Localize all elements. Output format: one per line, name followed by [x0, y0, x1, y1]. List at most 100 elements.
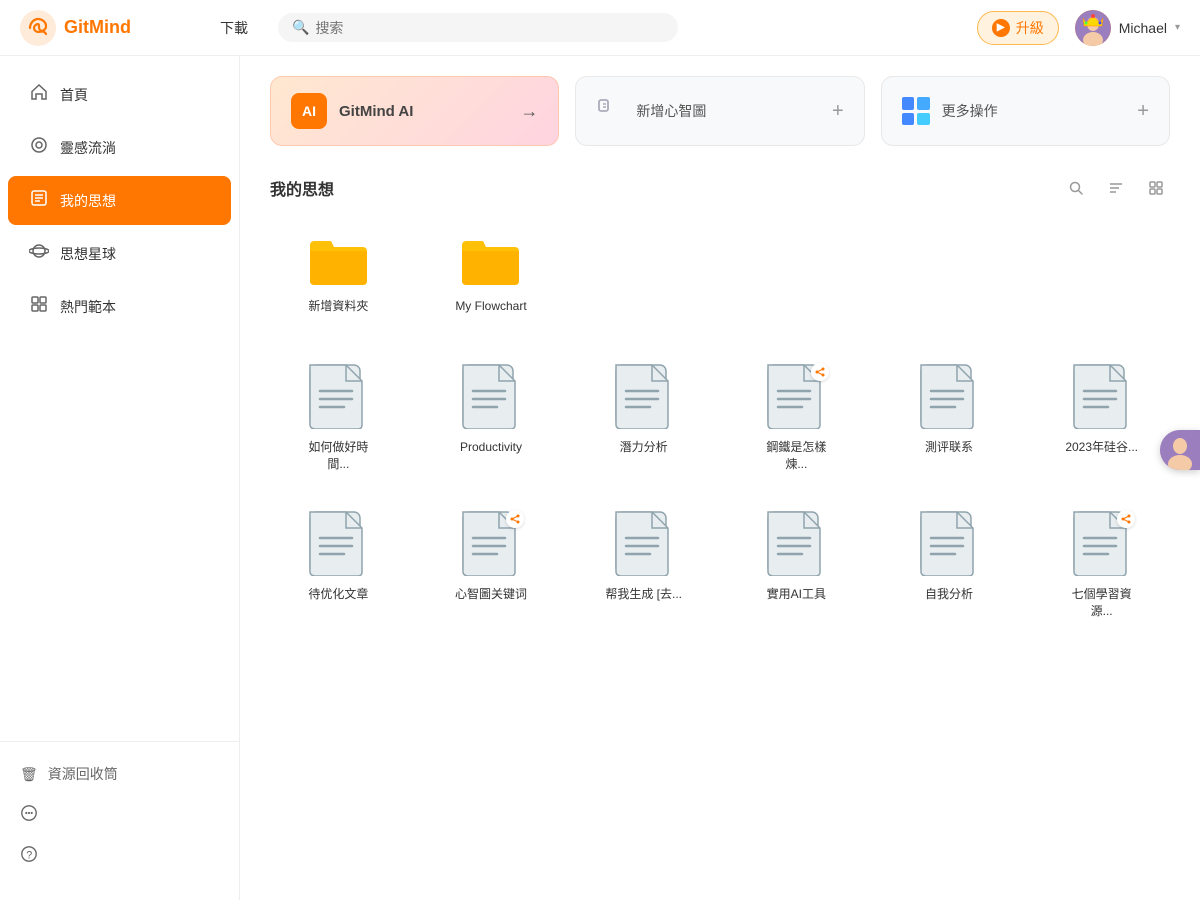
file-item[interactable]: Productivity	[423, 353, 560, 481]
doc-icon	[1067, 508, 1137, 578]
folder-flowchart[interactable]: My Flowchart	[423, 222, 560, 323]
chevron-down-icon: ▾	[1175, 22, 1180, 33]
section-header: 我的思想	[270, 174, 1170, 202]
sidebar-footer-chat[interactable]	[0, 794, 239, 835]
upgrade-button[interactable]: ▶ 升級	[977, 11, 1059, 45]
upgrade-label: 升級	[1016, 18, 1044, 38]
file-name: 潛力分析	[620, 439, 668, 456]
folder-flowchart-icon	[456, 230, 526, 290]
content-area: AI GitMind AI → 新增心智圖 +	[240, 56, 1200, 900]
row-spacer-1	[575, 222, 712, 323]
new-mindmap-plus: +	[832, 100, 844, 123]
sidebar-footer-help[interactable]: ?	[0, 835, 239, 876]
view-toggle-button[interactable]	[1142, 174, 1170, 202]
file-item[interactable]: 待优化文章	[270, 500, 407, 628]
templates-icon	[28, 294, 50, 319]
section-title: 我的思想	[270, 176, 334, 200]
floating-avatar[interactable]	[1160, 430, 1200, 470]
sort-button[interactable]	[1102, 174, 1130, 202]
row-spacer-3	[881, 222, 1018, 323]
sidebar-item-templates[interactable]: 熱門範本	[8, 282, 231, 331]
user-area[interactable]: Michael ▾	[1075, 10, 1180, 46]
file-name: 帮我生成 [去...	[605, 586, 682, 603]
sidebar: 首頁 靈感流淌 我的思想 思想星球 熱門範本	[0, 56, 240, 900]
row-spacer-4	[1033, 222, 1170, 323]
sidebar-item-planet-label: 思想星球	[60, 244, 116, 264]
file-name: 如何做好時間...	[298, 439, 378, 473]
file-item[interactable]: 2023年硅谷...	[1033, 353, 1170, 481]
doc-icon	[456, 508, 526, 578]
file-item[interactable]: 自我分析	[881, 500, 1018, 628]
new-mindmap-label: 新增心智圖	[636, 101, 706, 121]
doc-icon	[609, 361, 679, 431]
file-item[interactable]: 潛力分析	[575, 353, 712, 481]
file-name: Productivity	[460, 439, 522, 456]
file-item[interactable]: 帮我生成 [去...	[575, 500, 712, 628]
file-item[interactable]: 實用AI工具	[728, 500, 865, 628]
quick-actions: AI GitMind AI → 新增心智圖 +	[270, 76, 1170, 146]
ai-icon-text: AI	[302, 103, 316, 119]
file-name: 心智圖关键词	[455, 586, 527, 603]
more-ops-card[interactable]: 更多操作 +	[881, 76, 1170, 146]
sidebar-item-inspiration[interactable]: 靈感流淌	[8, 123, 231, 172]
sidebar-item-templates-label: 熱門範本	[60, 297, 116, 317]
sidebar-footer-trash[interactable]: 🗑 資源回收筒	[0, 754, 239, 794]
sidebar-item-mythoughts[interactable]: 我的思想	[8, 176, 231, 225]
floating-avatar-image	[1160, 430, 1200, 470]
sidebar-item-home[interactable]: 首頁	[8, 70, 231, 119]
chat-icon	[20, 804, 38, 825]
file-name: 自我分析	[925, 586, 973, 603]
doc-icon	[914, 508, 984, 578]
file-name: 七個學習資源...	[1062, 586, 1142, 620]
search-input[interactable]	[315, 20, 664, 36]
file-item[interactable]: 鋼鐵是怎樣煉...	[728, 353, 865, 481]
avatar	[1075, 10, 1111, 46]
logo-icon	[20, 10, 56, 46]
user-name: Michael	[1119, 20, 1167, 36]
folder-new-label: 新增資料夾	[308, 298, 368, 315]
doc-icon	[761, 361, 831, 431]
logo-text: GitMind	[64, 17, 131, 38]
share-badge	[506, 510, 524, 528]
avatar-image	[1075, 10, 1111, 46]
search-toggle-button[interactable]	[1062, 174, 1090, 202]
doc-icon	[609, 508, 679, 578]
file-item[interactable]: 七個學習資源...	[1033, 500, 1170, 628]
header: GitMind 下載 🔍 ▶ 升級	[0, 0, 1200, 56]
share-badge	[1117, 510, 1135, 528]
logo-area: GitMind	[20, 10, 200, 46]
doc-icon	[303, 508, 373, 578]
more-ops-plus: +	[1137, 100, 1149, 123]
sidebar-item-mythoughts-label: 我的思想	[60, 191, 116, 211]
inspiration-icon	[28, 135, 50, 160]
file-name: 測评联系	[925, 439, 973, 456]
ai-card-label: GitMind AI	[339, 103, 413, 120]
docs-grid: 如何做好時間... Productivity 潛力分析	[270, 353, 1170, 628]
trash-label: 資源回收筒	[48, 764, 118, 784]
folder-new-icon	[303, 230, 373, 290]
file-item[interactable]: 如何做好時間...	[270, 353, 407, 481]
folder-new[interactable]: 新增資料夾	[270, 222, 407, 323]
search-box[interactable]: 🔍	[278, 13, 678, 42]
sidebar-item-planet[interactable]: 思想星球	[8, 229, 231, 278]
doc-icon	[1067, 361, 1137, 431]
file-item[interactable]: 測评联系	[881, 353, 1018, 481]
header-right: ▶ 升級 Michael ▾	[977, 10, 1180, 46]
new-mindmap-icon	[596, 97, 624, 125]
file-item[interactable]: 心智圖关键词	[423, 500, 560, 628]
search-icon: 🔍	[292, 19, 309, 36]
ai-card-arrow: →	[520, 101, 538, 122]
sidebar-item-inspiration-label: 靈感流淌	[60, 138, 116, 158]
section-actions	[1062, 174, 1170, 202]
file-name: 鋼鐵是怎樣煉...	[756, 439, 836, 473]
files-grid: 新增資料夾 My Flowchart	[270, 222, 1170, 323]
header-nav: 下載	[220, 18, 248, 38]
gitmind-ai-card[interactable]: AI GitMind AI →	[270, 76, 559, 146]
file-name: 待优化文章	[308, 586, 368, 603]
more-ops-grid-icon	[902, 97, 930, 125]
file-name: 2023年硅谷...	[1065, 439, 1138, 456]
new-mindmap-card[interactable]: 新增心智圖 +	[575, 76, 864, 146]
nav-download[interactable]: 下載	[220, 18, 248, 38]
file-name: 實用AI工具	[767, 586, 826, 603]
home-icon	[28, 82, 50, 107]
